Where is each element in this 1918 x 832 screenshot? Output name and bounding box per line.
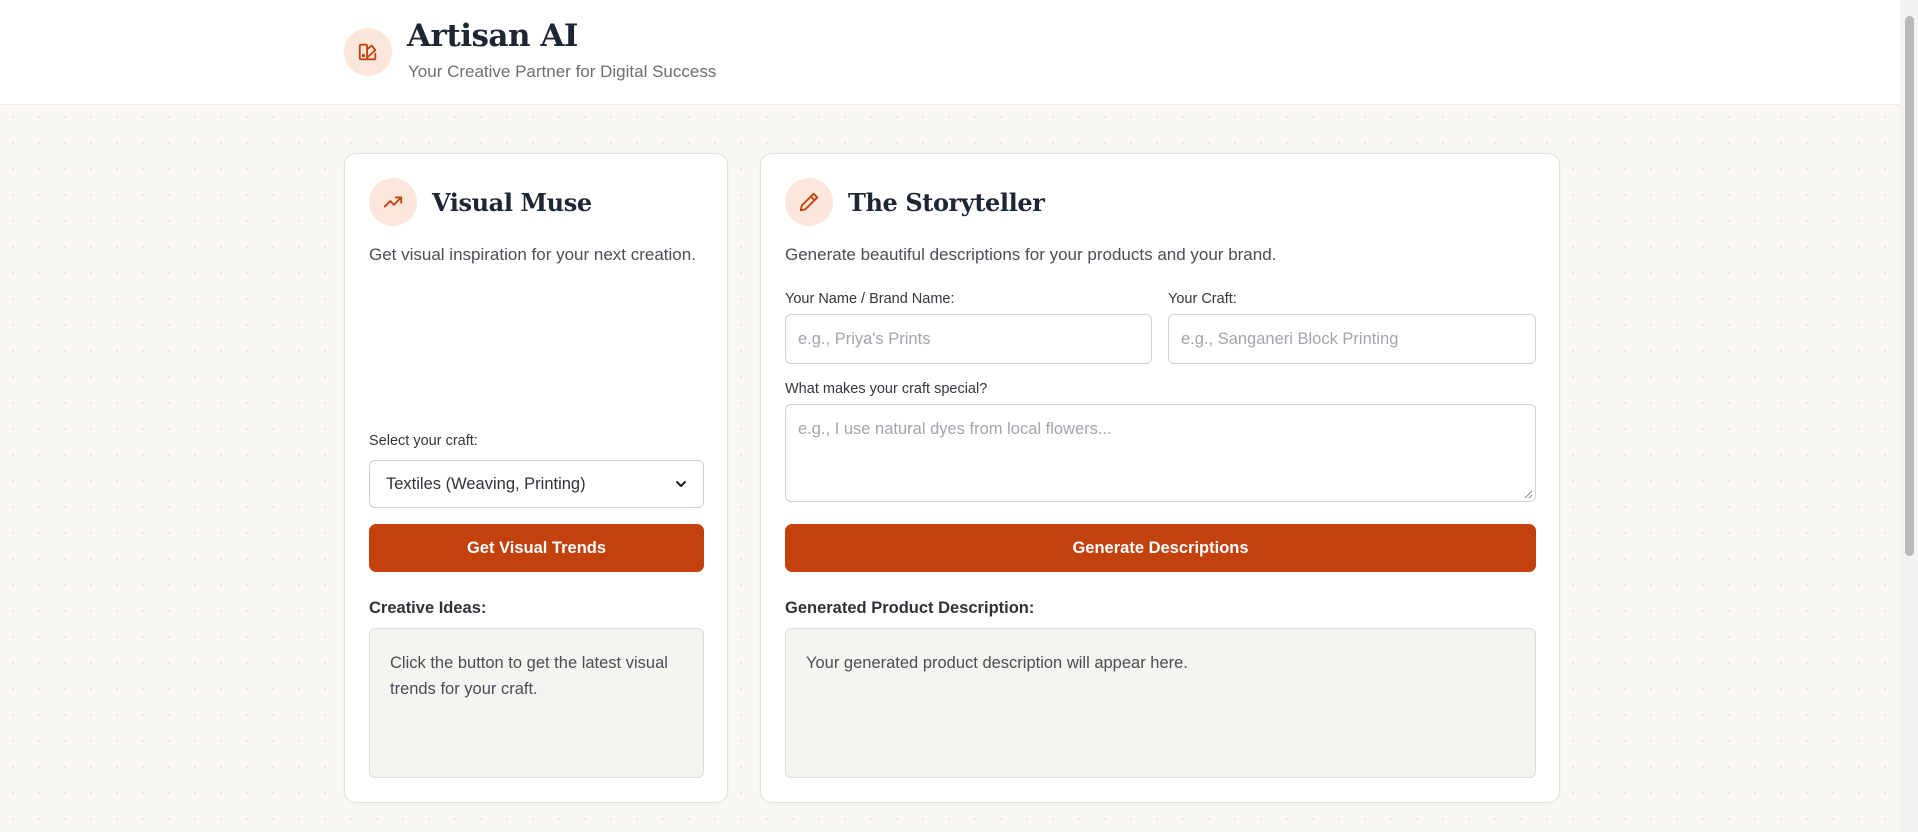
creative-ideas-output: Click the button to get the latest visua… (369, 628, 704, 778)
craft-placeholder: e.g., Sanganeri Block Printing (1181, 329, 1399, 348)
visual-muse-card: Visual Muse Get visual inspiration for y… (344, 153, 728, 803)
page-scrollbar[interactable] (1900, 0, 1918, 832)
craft-special-placeholder: e.g., I use natural dyes from local flow… (798, 420, 1112, 438)
storyteller-title: The Storyteller (848, 188, 1045, 217)
trending-up-icon (369, 178, 417, 226)
generated-description-output: Your generated product description will … (785, 628, 1536, 778)
visual-muse-description: Get visual inspiration for your next cre… (369, 245, 696, 264)
brand-name-placeholder: e.g., Priya's Prints (798, 329, 931, 348)
visual-muse-title: Visual Muse (432, 188, 592, 217)
storyteller-card: The Storyteller Generate beautiful descr… (760, 153, 1560, 803)
craft-input[interactable]: e.g., Sanganeri Block Printing (1168, 314, 1536, 364)
craft-special-label: What makes your craft special? (785, 381, 988, 397)
app-subtitle: Your Creative Partner for Digital Succes… (408, 62, 717, 81)
brand-name-input[interactable]: e.g., Priya's Prints (785, 314, 1152, 364)
craft-label: Your Craft: (1168, 291, 1237, 307)
app-title: Artisan AI (407, 18, 578, 54)
generated-description-label: Generated Product Description: (785, 599, 1035, 617)
craft-select[interactable]: Textiles (Weaving, Printing) (369, 460, 704, 508)
resize-handle-icon[interactable] (1523, 489, 1533, 499)
chevron-down-icon (676, 481, 686, 487)
app-header: Artisan AI Your Creative Partner for Dig… (0, 0, 1900, 105)
scrollbar-thumb[interactable] (1905, 16, 1914, 556)
craft-select-value: Textiles (Weaving, Printing) (386, 474, 586, 493)
craft-special-textarea[interactable]: e.g., I use natural dyes from local flow… (785, 404, 1536, 502)
palette-icon (344, 28, 392, 76)
generate-descriptions-button[interactable]: Generate Descriptions (785, 524, 1536, 572)
storyteller-description: Generate beautiful descriptions for your… (785, 245, 1277, 264)
get-visual-trends-button[interactable]: Get Visual Trends (369, 524, 704, 572)
select-craft-label: Select your craft: (369, 433, 478, 449)
brand-name-label: Your Name / Brand Name: (785, 291, 955, 307)
creative-ideas-label: Creative Ideas: (369, 599, 487, 617)
pencil-icon (785, 178, 833, 226)
